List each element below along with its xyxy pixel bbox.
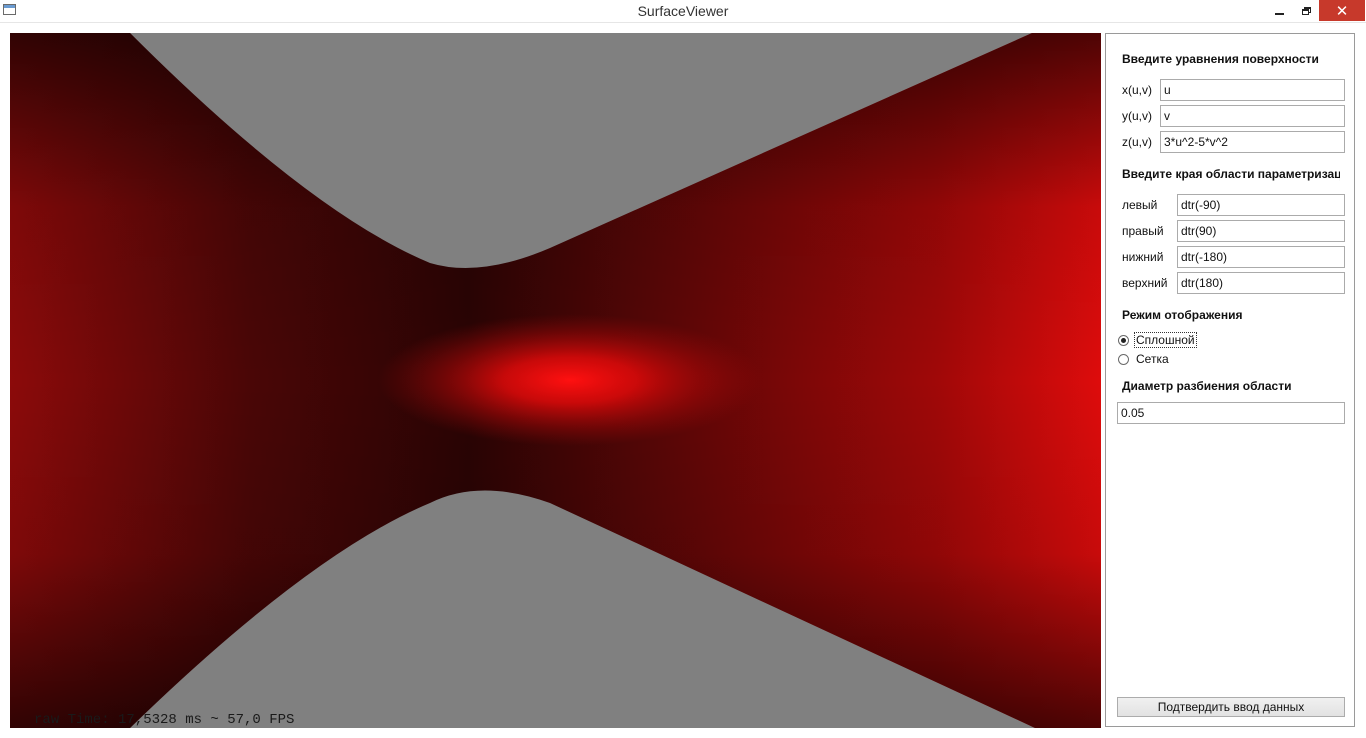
left-bound-label: левый xyxy=(1122,198,1158,212)
right-bound-label: правый xyxy=(1122,224,1164,238)
surface-render xyxy=(10,33,1101,728)
restore-button[interactable] xyxy=(1293,0,1319,21)
equations-heading: Введите уравнения поверхности xyxy=(1122,52,1319,66)
minimize-icon xyxy=(1274,12,1284,15)
close-icon: ✕ xyxy=(1335,2,1349,20)
bounds-heading: Введите края области параметризации xyxy=(1122,167,1340,181)
z-label: z(u,v) xyxy=(1122,135,1152,149)
title-bar[interactable]: SurfaceViewer ✕ xyxy=(0,0,1366,23)
mode-solid-label: Сплошной xyxy=(1134,332,1197,348)
mode-grid-radio[interactable]: Сетка xyxy=(1118,352,1169,366)
x-equation-input[interactable]: u xyxy=(1160,79,1345,101)
settings-panel: Введите уравнения поверхности x(u,v) u y… xyxy=(1105,33,1355,727)
radio-checked-icon xyxy=(1118,334,1129,346)
y-label: y(u,v) xyxy=(1122,109,1152,123)
window-title: SurfaceViewer xyxy=(637,3,729,19)
mode-solid-radio[interactable]: Сплошной xyxy=(1118,332,1197,348)
submit-button[interactable]: Подтвердить ввод данных xyxy=(1117,697,1345,717)
minimize-button[interactable] xyxy=(1266,0,1292,21)
left-bound-input[interactable]: dtr(-90) xyxy=(1177,194,1345,216)
app-window: SurfaceViewer ✕ raw Time: 17,5328 ms ~ 5… xyxy=(0,0,1366,738)
radio-unchecked-icon xyxy=(1118,353,1129,365)
mode-grid-label: Сетка xyxy=(1136,352,1169,366)
top-bound-input[interactable]: dtr(180) xyxy=(1177,272,1345,294)
bottom-bound-input[interactable]: dtr(-180) xyxy=(1177,246,1345,268)
y-equation-input[interactable]: v xyxy=(1160,105,1345,127)
fps-counter: raw Time: 17,5328 ms ~ 57,0 FPS xyxy=(34,712,295,728)
x-label: x(u,v) xyxy=(1122,83,1152,97)
restore-icon xyxy=(1301,6,1311,15)
bottom-bound-label: нижний xyxy=(1122,250,1164,264)
top-bound-label: верхний xyxy=(1122,276,1168,290)
z-equation-input[interactable]: 3*u^2-5*v^2 xyxy=(1160,131,1345,153)
mode-heading: Режим отображения xyxy=(1122,308,1243,322)
surface-viewport[interactable]: raw Time: 17,5328 ms ~ 57,0 FPS xyxy=(10,33,1101,728)
app-icon[interactable] xyxy=(3,4,16,15)
right-bound-input[interactable]: dtr(90) xyxy=(1177,220,1345,242)
diameter-heading: Диаметр разбиения области xyxy=(1122,379,1292,393)
diameter-input[interactable]: 0.05 xyxy=(1117,402,1345,424)
close-button[interactable]: ✕ xyxy=(1319,0,1365,21)
